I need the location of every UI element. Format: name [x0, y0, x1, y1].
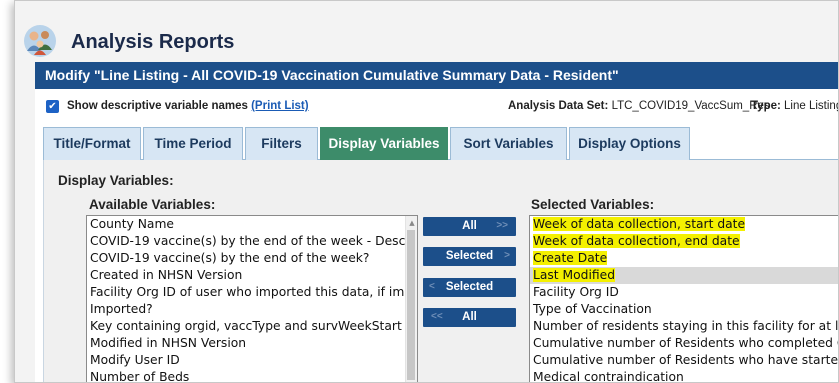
analysis-data-set: Analysis Data Set: LTC_COVID19_VaccSum_R… [508, 100, 770, 112]
list-item[interactable]: County Name [87, 216, 417, 233]
tab-display-variables[interactable]: Display Variables [320, 127, 448, 160]
report-type-label: Type: [751, 100, 781, 112]
print-list-link[interactable]: (Print List) [251, 100, 309, 112]
remove-selected-label: Selected [445, 281, 494, 293]
add-all-button[interactable]: All >> [423, 217, 516, 236]
report-type-value: Line Listing [784, 100, 839, 112]
add-selected-button[interactable]: Selected > [423, 247, 516, 266]
list-item[interactable]: Imported? [87, 301, 417, 318]
list-item[interactable]: Number of residents staying in this faci… [530, 318, 838, 335]
tab-title-format[interactable]: Title/Format [43, 127, 141, 160]
list-item-label: Week of data collection, start date [533, 217, 746, 231]
info-row: ✔ Show descriptive variable names (Print… [35, 99, 839, 117]
tab-sort-variables[interactable]: Sort Variables [450, 127, 567, 160]
app-title: Analysis Reports [71, 31, 235, 53]
available-variables-heading: Available Variables: [89, 197, 216, 212]
list-item-label: Last Modified [533, 268, 615, 282]
people-group-icon [24, 25, 56, 57]
tab-bar: Title/Format Time Period Filters Display… [43, 125, 838, 160]
tab-filters[interactable]: Filters [245, 127, 318, 160]
list-item[interactable]: Create Date [530, 250, 838, 267]
left-arrow-icon: < [429, 281, 435, 292]
list-item[interactable]: Cumulative number of Residents who have … [530, 352, 838, 369]
add-selected-label: Selected [445, 250, 494, 262]
remove-selected-button[interactable]: Selected < [423, 278, 516, 297]
display-variables-heading: Display Variables: [58, 173, 174, 188]
list-item[interactable]: Modify User ID [87, 352, 417, 369]
available-list-scrollbar[interactable]: ▲ [405, 216, 417, 382]
double-right-arrow-icon: >> [496, 220, 508, 231]
list-item-label: Create Date [533, 251, 608, 265]
list-item[interactable]: Last Modified [530, 267, 838, 284]
list-item[interactable]: Week of data collection, start date [530, 216, 838, 233]
list-item[interactable]: Facility Org ID [530, 284, 838, 301]
list-item[interactable]: Medical contraindication [530, 369, 838, 382]
list-item[interactable]: COVID-19 vaccine(s) by the end of the we… [87, 250, 417, 267]
available-variables-list[interactable]: County Name COVID-19 vaccine(s) by the e… [86, 215, 418, 382]
dialog-content: ✔ Show descriptive variable names (Print… [35, 89, 839, 382]
selected-variables-list[interactable]: Week of data collection, start date Week… [529, 215, 838, 382]
available-list-scroll-thumb[interactable] [407, 230, 415, 380]
show-descriptive-label: Show descriptive variable names (Print L… [67, 100, 309, 112]
list-item[interactable]: Created in NHSN Version [87, 267, 417, 284]
double-left-arrow-icon: << [431, 311, 443, 322]
right-arrow-icon: > [504, 250, 510, 261]
app-header: Analysis Reports [15, 21, 838, 61]
analysis-data-set-label: Analysis Data Set: [508, 100, 609, 112]
dialog-title-bar: Modify "Line Listing - All COVID-19 Vacc… [35, 62, 838, 89]
analysis-data-set-value: LTC_COVID19_VaccSum_Res [611, 100, 770, 112]
list-item[interactable]: Key containing orgid, vaccType and survW… [87, 318, 417, 335]
report-type: Type: Line Listing [751, 100, 839, 112]
show-descriptive-text: Show descriptive variable names [67, 100, 248, 112]
list-item[interactable]: Facility Org ID of user who imported thi… [87, 284, 417, 301]
tab-time-period[interactable]: Time Period [143, 127, 243, 160]
list-item[interactable]: Type of Vaccination [530, 301, 838, 318]
show-descriptive-checkbox[interactable]: ✔ [46, 100, 59, 113]
list-item[interactable]: Week of data collection, end date [530, 233, 838, 250]
list-item[interactable]: Cumulative number of Residents who compl… [530, 335, 838, 352]
tab-display-options[interactable]: Display Options [569, 127, 690, 160]
list-item[interactable]: COVID-19 vaccine(s) by the end of the we… [87, 233, 417, 250]
analysis-reports-window: Analysis Reports Modify "Line Listing - … [14, 0, 839, 383]
list-item-label: Week of data collection, end date [533, 234, 740, 248]
list-item[interactable]: Modified in NHSN Version [87, 335, 417, 352]
remove-all-button[interactable]: All << [423, 308, 516, 327]
selected-variables-heading: Selected Variables: [531, 197, 655, 212]
list-item[interactable]: Number of Beds [87, 369, 417, 382]
scroll-up-icon[interactable]: ▲ [408, 219, 416, 227]
